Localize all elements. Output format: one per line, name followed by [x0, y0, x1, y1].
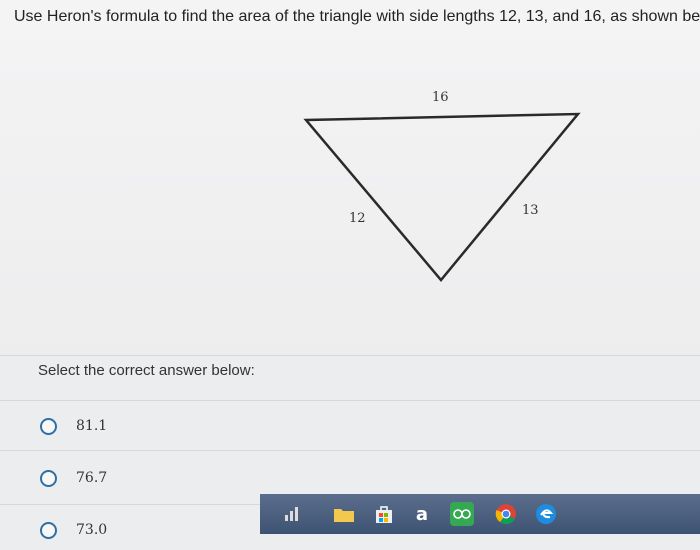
radio-button[interactable] [40, 469, 57, 487]
question-panel: Use Heron's formula to find the area of … [0, 0, 700, 355]
side-label-right: 13 [522, 203, 539, 218]
answer-choice-2[interactable]: 76.7 [40, 458, 680, 498]
triangle-figure: 16 12 13 [303, 90, 581, 282]
divider [0, 450, 700, 451]
network-icon[interactable] [280, 502, 304, 526]
choice-label: 73.0 [76, 522, 108, 538]
chrome-icon[interactable] [494, 502, 518, 526]
side-label-left: 12 [349, 211, 366, 226]
choice-label: 76.7 [76, 470, 108, 486]
select-prompt: Select the correct answer below: [38, 362, 255, 379]
divider [0, 355, 700, 356]
choice-label: 81.1 [76, 418, 108, 434]
radio-button[interactable] [40, 521, 57, 539]
divider [0, 400, 700, 401]
store-icon[interactable] [372, 502, 396, 526]
answer-choice-1[interactable]: 81.1 [40, 406, 680, 446]
tripadvisor-icon[interactable] [450, 502, 474, 526]
radio-button[interactable] [40, 417, 57, 435]
amazon-icon[interactable]: a [410, 502, 434, 526]
edge-icon[interactable] [534, 502, 558, 526]
triangle-shape [303, 112, 581, 282]
taskbar: a [260, 494, 700, 534]
folder-icon[interactable] [332, 502, 356, 526]
side-label-top: 16 [432, 90, 449, 105]
